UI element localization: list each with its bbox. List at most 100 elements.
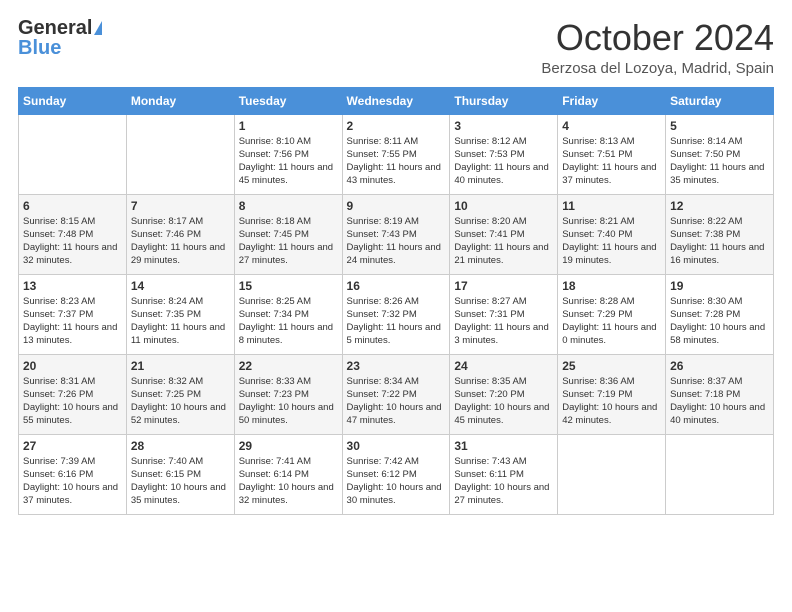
calendar-cell: 17 Sunrise: 8:27 AM Sunset: 7:31 PM Dayli…: [450, 274, 558, 354]
calendar-table: SundayMondayTuesdayWednesdayThursdayFrid…: [18, 87, 774, 515]
calendar-cell: 16 Sunrise: 8:26 AM Sunset: 7:32 PM Dayli…: [342, 274, 450, 354]
calendar-cell: 22Sunrise: 8:33 AM Sunset: 7:23 PM Dayli…: [234, 354, 342, 434]
day-info: Sunrise: 8:14 AM Sunset: 7:50 PM Dayligh…: [670, 135, 769, 188]
day-info: Sunrise: 7:42 AM Sunset: 6:12 PM Dayligh…: [347, 455, 446, 508]
day-number: 28: [131, 439, 230, 453]
day-number: 27: [23, 439, 122, 453]
day-number: 19: [670, 279, 769, 293]
calendar-cell: 15Sunrise: 8:25 AM Sunset: 7:34 PM Dayli…: [234, 274, 342, 354]
day-info: Sunrise: 8:10 AM Sunset: 7:56 PM Dayligh…: [239, 135, 338, 188]
day-number: 9: [347, 199, 446, 213]
calendar-cell: 28 Sunrise: 7:40 AM Sunset: 6:15 PM Dayli…: [126, 434, 234, 514]
day-number: 24: [454, 359, 553, 373]
calendar-week-row: 13 Sunrise: 8:23 AM Sunset: 7:37 PM Dayli…: [19, 274, 774, 354]
day-info: Sunrise: 8:31 AM Sunset: 7:26 PM Dayligh…: [23, 375, 122, 428]
day-info: Sunrise: 8:24 AM Sunset: 7:35 PM Dayligh…: [131, 295, 230, 348]
weekday-header-wednesday: Wednesday: [342, 87, 450, 114]
calendar-cell: 3 Sunrise: 8:12 AM Sunset: 7:53 PM Daylig…: [450, 114, 558, 194]
calendar-cell: 26Sunrise: 8:37 AM Sunset: 7:18 PM Dayli…: [666, 354, 774, 434]
calendar-cell: 13 Sunrise: 8:23 AM Sunset: 7:37 PM Dayli…: [19, 274, 127, 354]
day-info: Sunrise: 8:21 AM Sunset: 7:40 PM Dayligh…: [562, 215, 661, 268]
day-number: 2: [347, 119, 446, 133]
day-number: 3: [454, 119, 553, 133]
day-info: Sunrise: 8:22 AM Sunset: 7:38 PM Dayligh…: [670, 215, 769, 268]
day-info: Sunrise: 8:35 AM Sunset: 7:20 PM Dayligh…: [454, 375, 553, 428]
calendar-cell: 9 Sunrise: 8:19 AM Sunset: 7:43 PM Daylig…: [342, 194, 450, 274]
calendar-cell: 31 Sunrise: 7:43 AM Sunset: 6:11 PM Dayli…: [450, 434, 558, 514]
calendar-cell: 11Sunrise: 8:21 AM Sunset: 7:40 PM Dayli…: [558, 194, 666, 274]
day-info: Sunrise: 8:18 AM Sunset: 7:45 PM Dayligh…: [239, 215, 338, 268]
calendar-cell: [666, 434, 774, 514]
month-title: October 2024: [541, 18, 774, 58]
day-number: 17: [454, 279, 553, 293]
day-number: 29: [239, 439, 338, 453]
day-info: Sunrise: 8:17 AM Sunset: 7:46 PM Dayligh…: [131, 215, 230, 268]
day-number: 23: [347, 359, 446, 373]
logo-triangle-icon: [94, 21, 102, 35]
title-section: October 2024 Berzosa del Lozoya, Madrid,…: [541, 18, 774, 77]
day-number: 7: [131, 199, 230, 213]
calendar-cell: 8Sunrise: 8:18 AM Sunset: 7:45 PM Daylig…: [234, 194, 342, 274]
day-info: Sunrise: 8:19 AM Sunset: 7:43 PM Dayligh…: [347, 215, 446, 268]
day-info: Sunrise: 7:39 AM Sunset: 6:16 PM Dayligh…: [23, 455, 122, 508]
day-info: Sunrise: 8:20 AM Sunset: 7:41 PM Dayligh…: [454, 215, 553, 268]
day-number: 13: [23, 279, 122, 293]
day-number: 16: [347, 279, 446, 293]
page: General Blue October 2024 Berzosa del Lo…: [0, 0, 792, 612]
day-info: Sunrise: 8:34 AM Sunset: 7:22 PM Dayligh…: [347, 375, 446, 428]
logo-general-text: General: [18, 18, 92, 38]
day-info: Sunrise: 8:26 AM Sunset: 7:32 PM Dayligh…: [347, 295, 446, 348]
calendar-week-row: 20 Sunrise: 8:31 AM Sunset: 7:26 PM Dayli…: [19, 354, 774, 434]
header: General Blue October 2024 Berzosa del Lo…: [18, 18, 774, 77]
weekday-header-thursday: Thursday: [450, 87, 558, 114]
logo: General Blue: [18, 18, 102, 58]
calendar-cell: 7 Sunrise: 8:17 AM Sunset: 7:46 PM Daylig…: [126, 194, 234, 274]
calendar-week-row: 6Sunrise: 8:15 AM Sunset: 7:48 PM Daylig…: [19, 194, 774, 274]
day-info: Sunrise: 8:25 AM Sunset: 7:34 PM Dayligh…: [239, 295, 338, 348]
calendar-cell: [126, 114, 234, 194]
calendar-cell: 2Sunrise: 8:11 AM Sunset: 7:55 PM Daylig…: [342, 114, 450, 194]
day-info: Sunrise: 8:23 AM Sunset: 7:37 PM Dayligh…: [23, 295, 122, 348]
day-number: 18: [562, 279, 661, 293]
calendar-cell: [19, 114, 127, 194]
calendar-cell: 20 Sunrise: 8:31 AM Sunset: 7:26 PM Dayli…: [19, 354, 127, 434]
day-info: Sunrise: 8:30 AM Sunset: 7:28 PM Dayligh…: [670, 295, 769, 348]
logo-blue-text: Blue: [18, 38, 61, 58]
weekday-header-row: SundayMondayTuesdayWednesdayThursdayFrid…: [19, 87, 774, 114]
day-info: Sunrise: 8:12 AM Sunset: 7:53 PM Dayligh…: [454, 135, 553, 188]
calendar-cell: 24 Sunrise: 8:35 AM Sunset: 7:20 PM Dayli…: [450, 354, 558, 434]
day-info: Sunrise: 8:13 AM Sunset: 7:51 PM Dayligh…: [562, 135, 661, 188]
calendar-cell: 1 Sunrise: 8:10 AM Sunset: 7:56 PM Daylig…: [234, 114, 342, 194]
calendar-cell: 19 Sunrise: 8:30 AM Sunset: 7:28 PM Dayli…: [666, 274, 774, 354]
day-number: 14: [131, 279, 230, 293]
day-number: 30: [347, 439, 446, 453]
calendar-cell: 6Sunrise: 8:15 AM Sunset: 7:48 PM Daylig…: [19, 194, 127, 274]
calendar-week-row: 1 Sunrise: 8:10 AM Sunset: 7:56 PM Daylig…: [19, 114, 774, 194]
calendar-week-row: 27 Sunrise: 7:39 AM Sunset: 6:16 PM Dayli…: [19, 434, 774, 514]
day-number: 20: [23, 359, 122, 373]
calendar-cell: [558, 434, 666, 514]
day-number: 5: [670, 119, 769, 133]
day-number: 25: [562, 359, 661, 373]
day-info: Sunrise: 8:37 AM Sunset: 7:18 PM Dayligh…: [670, 375, 769, 428]
calendar-cell: 14 Sunrise: 8:24 AM Sunset: 7:35 PM Dayli…: [126, 274, 234, 354]
day-info: Sunrise: 7:40 AM Sunset: 6:15 PM Dayligh…: [131, 455, 230, 508]
day-number: 31: [454, 439, 553, 453]
day-info: Sunrise: 8:27 AM Sunset: 7:31 PM Dayligh…: [454, 295, 553, 348]
calendar-cell: 4 Sunrise: 8:13 AM Sunset: 7:51 PM Daylig…: [558, 114, 666, 194]
day-info: Sunrise: 7:43 AM Sunset: 6:11 PM Dayligh…: [454, 455, 553, 508]
day-info: Sunrise: 8:33 AM Sunset: 7:23 PM Dayligh…: [239, 375, 338, 428]
day-number: 6: [23, 199, 122, 213]
day-info: Sunrise: 8:28 AM Sunset: 7:29 PM Dayligh…: [562, 295, 661, 348]
calendar-cell: 18 Sunrise: 8:28 AM Sunset: 7:29 PM Dayli…: [558, 274, 666, 354]
day-number: 21: [131, 359, 230, 373]
calendar-cell: 10Sunrise: 8:20 AM Sunset: 7:41 PM Dayli…: [450, 194, 558, 274]
day-number: 1: [239, 119, 338, 133]
day-info: Sunrise: 7:41 AM Sunset: 6:14 PM Dayligh…: [239, 455, 338, 508]
weekday-header-tuesday: Tuesday: [234, 87, 342, 114]
day-number: 4: [562, 119, 661, 133]
weekday-header-friday: Friday: [558, 87, 666, 114]
calendar-cell: 12Sunrise: 8:22 AM Sunset: 7:38 PM Dayli…: [666, 194, 774, 274]
location-title: Berzosa del Lozoya, Madrid, Spain: [541, 60, 774, 77]
calendar-cell: 5 Sunrise: 8:14 AM Sunset: 7:50 PM Daylig…: [666, 114, 774, 194]
